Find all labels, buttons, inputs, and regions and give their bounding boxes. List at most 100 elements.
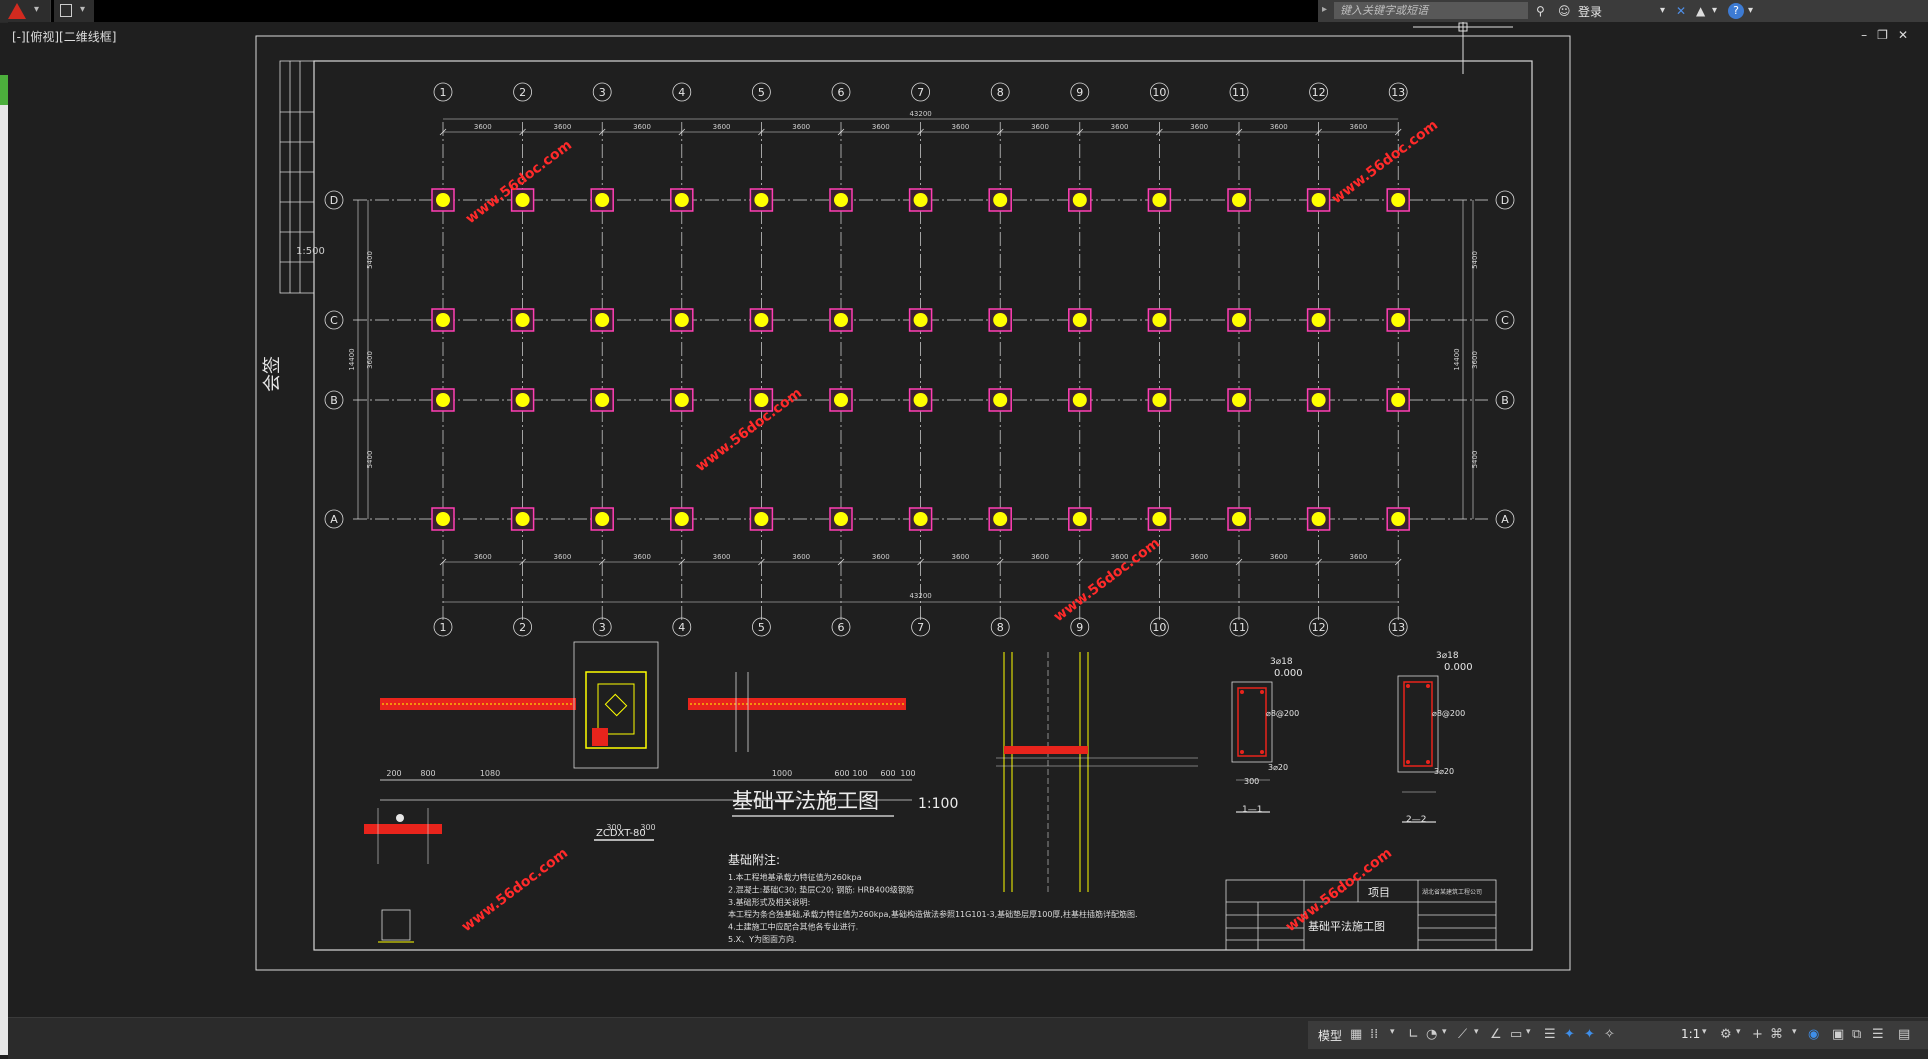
cad-drawing[interactable]: 会签 1:500 D DC CB BA A11223344556677889910101… [8, 22, 1928, 1017]
axis-number-1: 1 [440, 86, 447, 99]
chevron-down-icon[interactable]: ▾ [1474, 1027, 1479, 1037]
lineweight-icon[interactable]: ▭ [1510, 1027, 1522, 1042]
clean-screen-icon[interactable]: ⧉ [1852, 1027, 1861, 1042]
title-block-drawing-name: 基础平法施工图 [1308, 919, 1385, 933]
axis-label-B: B [1501, 394, 1509, 407]
application-menu-button[interactable]: ▾ [0, 0, 51, 22]
axis-number-5: 5 [758, 621, 765, 634]
dim-total-label: 43200 [909, 110, 931, 118]
otrack-icon[interactable]: ∠ [1490, 1027, 1502, 1042]
x-exchange-icon[interactable]: ✕ [1676, 3, 1686, 19]
dim-label: 3600 [872, 553, 890, 561]
dim-side-label: 5400 [366, 251, 374, 269]
chevron-down-icon: ▾ [34, 4, 40, 15]
rebar-top-label: 3⌀18 [1270, 657, 1293, 667]
chevron-down-icon[interactable]: ▾ [1526, 1027, 1531, 1037]
note-line: 1.本工程地基承载力特征值为260kpa [728, 872, 862, 882]
hardware-icon[interactable]: ◉ [1808, 1027, 1819, 1042]
column [1232, 512, 1246, 526]
chevron-down-icon[interactable]: ▾ [1702, 1027, 1707, 1037]
snap-icon[interactable]: ⁞⁞ [1370, 1027, 1378, 1042]
search-input[interactable]: 键入关键字或短语 [1334, 2, 1528, 19]
binoculars-icon[interactable]: ⚲ [1536, 3, 1545, 19]
workspace-icon[interactable]: ⚙ [1720, 1027, 1732, 1042]
chevron-down-icon[interactable]: ▾ [1660, 3, 1665, 19]
chevron-down-icon[interactable]: ▾ [1442, 1027, 1447, 1037]
chevron-down-icon[interactable]: ▾ [1736, 1027, 1741, 1037]
section-label-2: 2—2 [1406, 815, 1426, 825]
status-toolbar: 模型 ▦ ⁞⁞ ▾ ∟ ◔ ▾ ⟋ ▾ ∠ ▭ ▾ ☰ ✦ ✦ ✧ 1:1 ▾ … [1308, 1021, 1928, 1049]
drawing-canvas[interactable]: 会签 1:500 D D C C B B A A 1 1 2 2 3 3 4 4 5 5 6 6 7 7 8 8 9 9 10 10 1… [8, 22, 1928, 1017]
column [515, 313, 530, 327]
chevron-down-icon[interactable]: ▾ [1792, 1027, 1797, 1037]
annotation-scale[interactable]: 1:1 [1681, 1027, 1700, 1041]
dim-label: 3600 [553, 123, 571, 131]
title-block-project: 项目 [1368, 886, 1390, 899]
login-button[interactable]: 登录 [1578, 3, 1602, 20]
chevron-down-icon[interactable]: ▾ [1748, 3, 1753, 19]
help-icon[interactable]: ? [1728, 3, 1744, 19]
polar-icon[interactable]: ◔ [1426, 1027, 1437, 1042]
viewport-controls[interactable]: [-][俯视][二维线框] [12, 28, 116, 45]
footing-dim-label: 1000 [772, 769, 792, 778]
properties-icon[interactable]: ▤ [1898, 1027, 1910, 1042]
axis-number-7: 7 [917, 86, 924, 99]
quick-access-toolbar[interactable]: ▾ [54, 0, 94, 22]
palette-tab[interactable] [0, 75, 8, 105]
axis-number-13: 13 [1391, 621, 1405, 634]
chevron-down-icon[interactable]: ▾ [80, 4, 85, 15]
axis-number-9: 9 [1076, 621, 1083, 634]
minimize-icon[interactable]: – [1861, 28, 1877, 42]
column [754, 193, 769, 207]
close-icon[interactable]: ✕ [1898, 28, 1918, 42]
dim-label: 3600 [1190, 123, 1208, 131]
axis-number-7: 7 [917, 621, 924, 634]
save-icon[interactable] [60, 4, 72, 17]
column [1391, 393, 1406, 407]
chevron-down-icon[interactable]: ▾ [1712, 3, 1717, 19]
isolate-icon[interactable]: ⌘ [1770, 1027, 1783, 1042]
ortho-icon[interactable]: ∟ [1408, 1027, 1419, 1042]
column [436, 393, 450, 407]
dim-side-label: 5400 [1471, 251, 1479, 269]
chevron-down-icon[interactable]: ▾ [1390, 1027, 1395, 1037]
note-line: 4.土建施工中应配合其他各专业进行. [728, 922, 858, 932]
axis-label-A: A [330, 513, 338, 526]
selection-cycle-icon[interactable]: ✦ [1564, 1027, 1575, 1042]
footing-dim-label: 600 [834, 769, 849, 778]
column [834, 393, 848, 407]
user-icon[interactable]: ☺ [1558, 3, 1571, 19]
notes-title: 基础附注: [728, 852, 780, 867]
osnap-icon[interactable]: ⟋ [1458, 1027, 1467, 1042]
column [754, 313, 769, 327]
dim-label: 3600 [713, 553, 731, 561]
footing-dim-label: 100 [852, 769, 867, 778]
dim-label: 3600 [792, 123, 810, 131]
customize-icon[interactable]: ☰ [1872, 1027, 1884, 1042]
plus-icon[interactable]: + [1752, 1027, 1763, 1042]
column [674, 193, 689, 207]
dim-label: 3600 [951, 123, 969, 131]
column [913, 512, 928, 526]
column [1311, 193, 1326, 207]
model-space-button[interactable]: 模型 [1318, 1027, 1342, 1044]
axis-grid: D DC CB BA A11223344556677889910101111121213… [324, 82, 1515, 637]
restore-icon[interactable]: ❐ [1877, 28, 1898, 42]
section-width-label: 300 [1244, 777, 1259, 786]
annotation-icon[interactable]: ✦ [1584, 1027, 1595, 1042]
expand-arrow-icon[interactable]: ▸ [1322, 4, 1327, 15]
axis-number-6: 6 [838, 621, 845, 634]
axis-number-13: 13 [1391, 86, 1405, 99]
column [1072, 512, 1087, 526]
column [913, 193, 928, 207]
axis-number-10: 10 [1152, 621, 1166, 634]
transparency-icon[interactable]: ☰ [1544, 1027, 1556, 1042]
a360-icon[interactable]: ▲ [1696, 3, 1705, 19]
grid-icon[interactable]: ▦ [1350, 1027, 1362, 1042]
annotation-visibility-icon[interactable]: ✧ [1604, 1027, 1615, 1042]
note-line: 2.混凝土:基础C30; 垫层C20; 钢筋: HRB400级钢筋 [728, 884, 914, 894]
column [1311, 313, 1326, 327]
axis-number-8: 8 [997, 86, 1004, 99]
fullscreen-icon[interactable]: ▣ [1832, 1027, 1844, 1042]
column [436, 193, 450, 207]
